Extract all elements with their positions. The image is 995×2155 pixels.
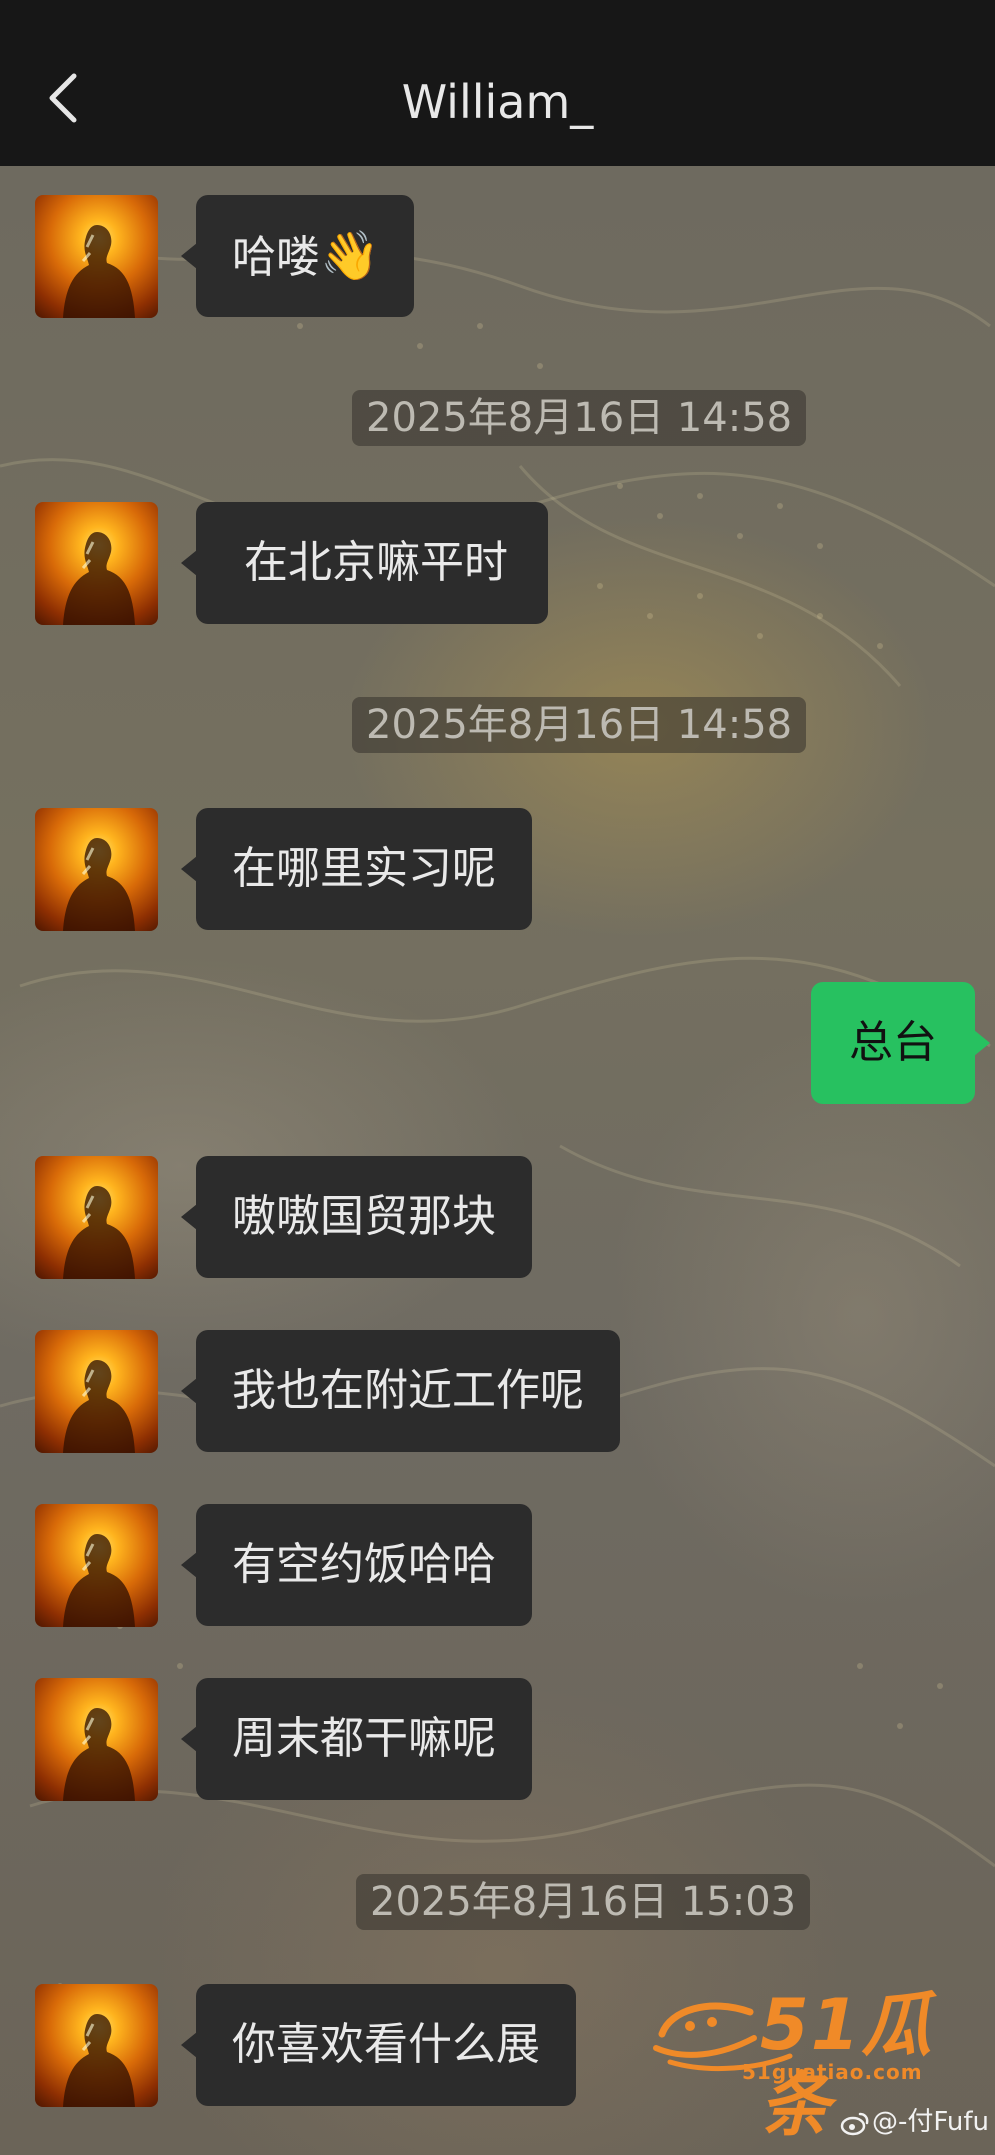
message-text: 哈喽 [232, 232, 320, 283]
avatar-silhouette [63, 838, 135, 931]
message-text: 总台 [849, 1017, 937, 1068]
message-text: 你喜欢看什么展 [232, 2019, 540, 2070]
avatar-silhouette [63, 2014, 135, 2107]
incoming-message-bubble[interactable]: 在哪里实习呢 [181, 808, 532, 930]
contact-avatar[interactable] [35, 1156, 158, 1279]
watermark-site: 51guatiao.com [742, 2060, 923, 2084]
waving-hand-icon: 👋 [320, 228, 380, 284]
contact-avatar[interactable] [35, 1678, 158, 1801]
outgoing-message-bubble[interactable]: 总台 [811, 982, 990, 1104]
contact-avatar[interactable] [35, 1504, 158, 1627]
message-text: 我也在附近工作呢 [232, 1365, 584, 1416]
weibo-credit: @-付Fufu [840, 2105, 989, 2139]
incoming-message-bubble[interactable]: 你喜欢看什么展 [181, 1984, 576, 2106]
timestamp: 2025年8月16日 15:03 [356, 1874, 811, 1930]
message-text: 在哪里实习呢 [232, 843, 496, 894]
chat-title: William_ [401, 75, 594, 129]
incoming-message-bubble[interactable]: 有空约饭哈哈 [181, 1504, 532, 1626]
message-text: 周末都干嘛呢 [232, 1713, 496, 1764]
avatar-silhouette [63, 225, 135, 318]
message-text: 嗷嗷国贸那块 [232, 1191, 496, 1242]
contact-avatar[interactable] [35, 1330, 158, 1453]
contact-avatar[interactable] [35, 195, 158, 318]
message-text: 有空约饭哈哈 [232, 1539, 496, 1590]
timestamp: 2025年8月16日 14:58 [352, 390, 807, 446]
top-navigation-bar: William_ [0, 0, 995, 166]
weibo-handle: @-付Fufu [872, 2107, 990, 2137]
incoming-message-bubble[interactable]: 我也在附近工作呢 [181, 1330, 620, 1452]
timestamp: 2025年8月16日 14:58 [352, 697, 807, 753]
avatar-silhouette [63, 532, 135, 625]
message-text: 在北京嘛平时 [244, 537, 508, 588]
avatar-silhouette [63, 1360, 135, 1453]
incoming-message-bubble[interactable]: 周末都干嘛呢 [181, 1678, 532, 1800]
contact-avatar[interactable] [35, 502, 158, 625]
avatar-silhouette [63, 1186, 135, 1279]
incoming-message-bubble[interactable]: 在北京嘛平时 [181, 502, 548, 624]
incoming-message-bubble[interactable]: 嗷嗷国贸那块 [181, 1156, 532, 1278]
avatar-silhouette [63, 1534, 135, 1627]
avatar-silhouette [63, 1708, 135, 1801]
incoming-message-bubble[interactable]: 哈喽👋 [181, 195, 414, 317]
contact-avatar[interactable] [35, 808, 158, 931]
weibo-icon [840, 2112, 869, 2135]
contact-avatar[interactable] [35, 1984, 158, 2107]
